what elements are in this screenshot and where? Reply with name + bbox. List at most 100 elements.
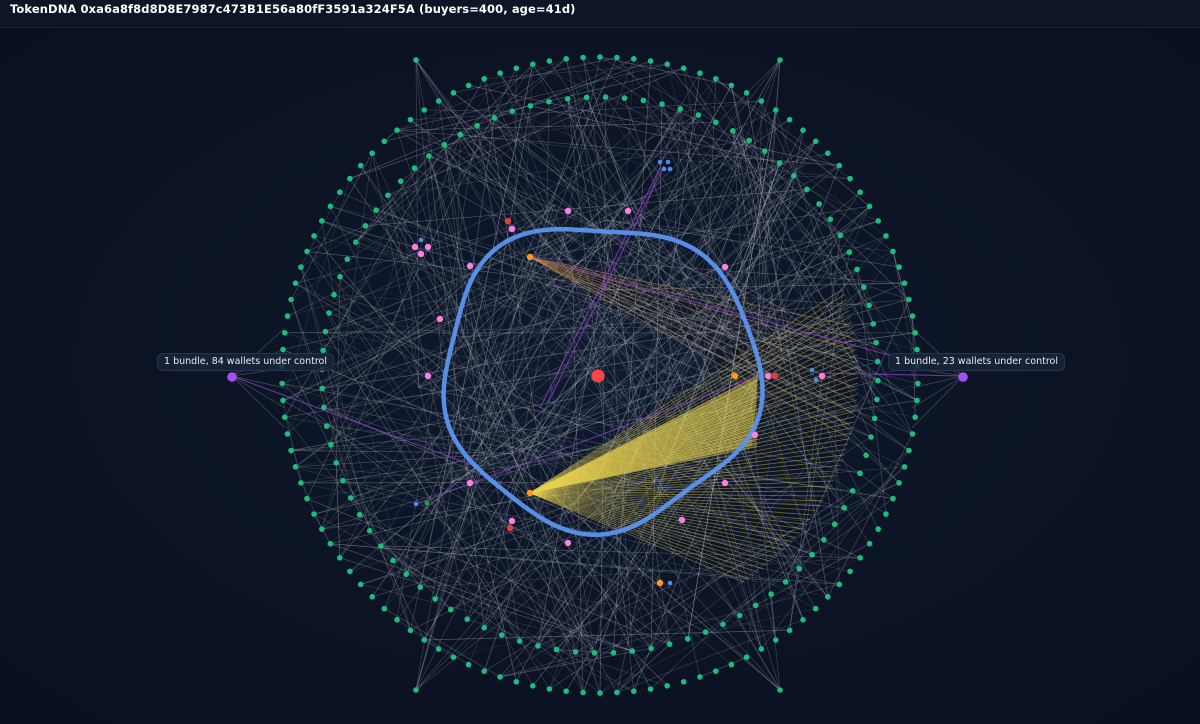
graph-edge (424, 109, 513, 112)
wallet-node (435, 98, 442, 104)
wallet-node (883, 233, 889, 239)
wallet-node (786, 116, 793, 123)
wallet-node-red (504, 217, 512, 225)
wallet-node (337, 273, 343, 280)
wallet-node (292, 280, 299, 286)
wallet-node (280, 397, 286, 404)
wallet-node (812, 138, 819, 145)
wallet-node (311, 233, 317, 239)
bundle-node-right (958, 372, 968, 382)
wallet-node-blue (665, 159, 671, 165)
bundle-member-edge (231, 375, 286, 429)
graph-edge (499, 579, 661, 678)
wallet-node (875, 377, 881, 384)
wallet-node (874, 358, 881, 365)
wallet-node (827, 216, 834, 223)
wallet-node (631, 56, 637, 62)
wallet-network-graph[interactable] (0, 28, 1200, 724)
wallet-node (340, 477, 346, 484)
wallet-node (280, 346, 286, 353)
wallet-node (580, 689, 586, 696)
wallet-node (713, 119, 719, 126)
wallet-node (323, 423, 330, 429)
wallet-node (407, 627, 414, 634)
wallet-node (369, 150, 376, 156)
wallet-node (474, 122, 480, 129)
wallet-node (614, 689, 620, 696)
wallet-node-pink (411, 243, 419, 251)
wallet-node (786, 627, 793, 634)
wallet-node-blue (809, 367, 815, 373)
wallet-node (407, 116, 414, 123)
wallet-node-pink (424, 243, 432, 251)
wallet-node (597, 54, 603, 60)
wallet-node (901, 464, 908, 470)
graph-canvas[interactable]: 1 bundle, 84 wallets under control 1 bun… (0, 28, 1200, 724)
wallet-node (390, 557, 396, 564)
wallet-node (664, 61, 670, 67)
graph-edge (349, 117, 495, 179)
wallet-node (863, 452, 869, 459)
wallet-node (697, 674, 703, 680)
wallet-node (563, 688, 569, 694)
wallet-node (773, 107, 779, 113)
wallet-node (441, 141, 448, 148)
wallet-node (381, 605, 388, 612)
wallet-node (417, 584, 424, 590)
wallet-node (866, 203, 873, 210)
wallet-node (914, 346, 920, 353)
wallet-node (481, 76, 488, 82)
wallet-node (385, 192, 391, 199)
wallet-node (426, 153, 432, 159)
wallet-node (866, 540, 873, 547)
wallet-node (906, 447, 912, 454)
wallet-node (912, 330, 918, 336)
wallet-node (610, 649, 617, 656)
wallet-node (857, 470, 863, 477)
wallet-node (546, 98, 552, 105)
wallet-node (381, 138, 388, 145)
wallet-node (530, 683, 536, 689)
wallet-node (319, 218, 325, 224)
app-window: TokenDNA 0xa6a8f8d8D8E7987c473B1E56a80fF… (0, 0, 1200, 724)
wallet-node (728, 661, 735, 668)
graph-edge (355, 58, 567, 243)
wallet-node (498, 632, 505, 638)
wallet-node (516, 638, 523, 644)
wallet-node-orange (526, 489, 534, 497)
wallet-node (457, 131, 464, 138)
wallet-node (553, 646, 560, 653)
wallet-node (680, 65, 687, 71)
graph-edge (793, 175, 851, 179)
wallet-node (413, 57, 419, 63)
wallet-node (800, 127, 806, 133)
wallet-node (752, 602, 759, 609)
wallet-node (821, 537, 827, 543)
wallet-node (311, 511, 317, 517)
wallet-node (497, 70, 503, 76)
wallet-node (465, 82, 472, 89)
wallet-node (304, 248, 310, 255)
graph-edge (632, 650, 668, 687)
bundle-member-edge (231, 375, 286, 409)
wallet-node (847, 175, 853, 182)
wallet-node (450, 654, 457, 660)
wallet-node (362, 223, 369, 229)
wallet-node (481, 668, 488, 674)
wallet-node (837, 232, 844, 239)
wallet-node (331, 291, 337, 298)
wallet-node (640, 97, 647, 104)
graph-edge (462, 117, 495, 338)
wallet-node (875, 218, 881, 224)
wallet-node (825, 594, 831, 600)
wallet-node-red (771, 372, 779, 380)
wallet-node (347, 495, 354, 501)
wallet-node (846, 249, 853, 255)
wallet-node (713, 668, 719, 674)
wallet-node (321, 404, 327, 411)
wallet-node-pink (721, 263, 729, 271)
graph-edge (848, 206, 870, 253)
wallet-node (327, 203, 334, 210)
wallet-node (546, 58, 553, 64)
wallet-node-orange (526, 253, 534, 261)
